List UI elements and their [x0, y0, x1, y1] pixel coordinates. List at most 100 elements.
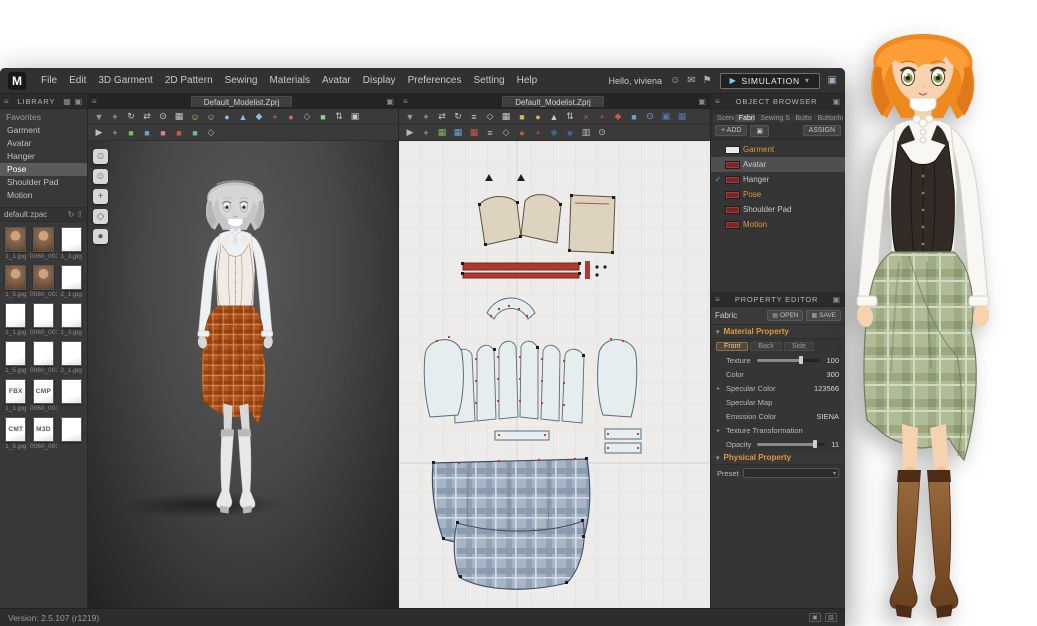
tool-icon[interactable]: ▶ — [92, 126, 106, 139]
tool-icon[interactable]: ↻ — [451, 110, 465, 123]
library-item[interactable]: CMP 0060_001... — [31, 379, 57, 412]
tool-icon[interactable]: ◆ — [547, 126, 561, 139]
property-slider[interactable] — [757, 359, 821, 362]
library-item[interactable]: 2_1.jpg — [58, 265, 84, 298]
tab-menu-icon[interactable]: ≡ — [403, 97, 408, 106]
fabric-swatch[interactable] — [725, 221, 740, 229]
object-browser-tab[interactable]: Fabric — [735, 114, 756, 122]
open-button[interactable]: ▤ OPEN — [767, 310, 803, 321]
tool-icon[interactable]: ≡ — [467, 110, 481, 123]
favorites-item[interactable]: Hanger — [0, 150, 87, 163]
expand-icon[interactable]: ▣ — [386, 97, 394, 106]
library-item[interactable]: M3D 0060_001... — [31, 417, 57, 450]
tool-icon[interactable]: ■ — [124, 126, 138, 139]
material-tab[interactable]: Front — [716, 342, 748, 351]
side-tool-icon[interactable]: ☺ — [93, 169, 108, 184]
tool-icon[interactable]: ◇ — [483, 110, 497, 123]
library-item[interactable]: 0060_001... — [31, 265, 57, 298]
library-item[interactable] — [58, 379, 84, 412]
tool-icon[interactable]: ⇅ — [563, 110, 577, 123]
tool-icon[interactable]: ● — [284, 110, 298, 123]
menu-item[interactable]: 2D Pattern — [159, 75, 219, 86]
fabric-swatch[interactable] — [725, 146, 740, 154]
tool-icon[interactable]: ▦ — [172, 110, 186, 123]
favorites-item[interactable]: Avatar — [0, 137, 87, 150]
tool-icon[interactable]: ⊙ — [156, 110, 170, 123]
tool-icon[interactable]: ◇ — [204, 126, 218, 139]
header-icon[interactable]: ⚑ — [703, 75, 712, 86]
favorites-item[interactable]: Motion — [0, 189, 87, 202]
library-item[interactable]: 2_1.jpg — [58, 341, 84, 374]
tool-icon[interactable]: ▣ — [659, 110, 673, 123]
tool-icon[interactable]: + — [595, 110, 609, 123]
tool-icon[interactable]: ■ — [627, 110, 641, 123]
2d-pattern-canvas[interactable] — [399, 141, 710, 608]
2d-viewport-tab[interactable]: Default_Modelist.Zprj — [502, 96, 604, 107]
tool-icon[interactable]: ▲ — [236, 110, 250, 123]
tool-icon[interactable]: ↻ — [124, 110, 138, 123]
library-item[interactable]: 1_5.jpg — [3, 265, 29, 298]
menu-icon[interactable]: ≡ — [715, 97, 720, 106]
3d-canvas[interactable]: ☺ ☺ + ◇ ● — [88, 141, 398, 608]
side-tool-icon[interactable]: ◇ — [93, 209, 108, 224]
library-item[interactable] — [58, 417, 84, 450]
menu-item[interactable]: Materials — [263, 75, 316, 86]
tool-icon[interactable]: ⇄ — [435, 110, 449, 123]
tool-icon[interactable]: ■ — [172, 126, 186, 139]
favorites-item[interactable]: Garment — [0, 124, 87, 137]
fabric-swatch[interactable] — [725, 206, 740, 214]
tab-menu-icon[interactable]: ≡ — [92, 97, 97, 106]
tool-icon[interactable]: ◇ — [300, 110, 314, 123]
tool-icon[interactable]: ■ — [140, 126, 154, 139]
library-item[interactable]: 1_1.jpg — [3, 227, 29, 260]
object-browser-tab[interactable]: Button — [791, 114, 812, 122]
tool-icon[interactable]: ▼ — [92, 110, 106, 123]
tool-icon[interactable]: ▦ — [675, 110, 689, 123]
tool-icon[interactable]: + — [531, 126, 545, 139]
header-icon[interactable]: ✉ — [687, 75, 695, 86]
tool-icon[interactable]: ▥ — [579, 126, 593, 139]
grid-view-icon[interactable]: ▦ — [63, 97, 71, 106]
tool-icon[interactable]: ◆ — [611, 110, 625, 123]
library-item[interactable]: 0060_001... — [31, 227, 57, 260]
tool-icon[interactable]: ▦ — [467, 126, 481, 139]
menu-item[interactable]: Sewing — [219, 75, 264, 86]
side-tool-icon[interactable]: + — [93, 189, 108, 204]
tool-icon[interactable]: + — [108, 110, 122, 123]
simulation-button[interactable]: ▶ SIMULATION ▾ — [720, 73, 820, 89]
side-tool-icon[interactable]: ☺ — [93, 149, 108, 164]
tool-icon[interactable]: ■ — [316, 110, 330, 123]
tool-icon[interactable]: ≡ — [483, 126, 497, 139]
fabric-swatch[interactable] — [725, 176, 740, 184]
menu-item[interactable]: Avatar — [316, 75, 357, 86]
fabric-swatch[interactable] — [725, 191, 740, 199]
tool-icon[interactable]: ● — [531, 110, 545, 123]
library-item[interactable]: 1_3.jpg — [58, 303, 84, 336]
add-button[interactable]: + ADD — [715, 125, 747, 136]
expand-icon[interactable]: ▣ — [75, 97, 83, 106]
tool-icon[interactable]: ◇ — [499, 126, 513, 139]
library-folder-row[interactable]: default.zpac ↻ ⇧ — [0, 207, 87, 222]
tool-icon[interactable]: ☺ — [188, 110, 202, 123]
side-tool-icon[interactable]: ● — [93, 229, 108, 244]
library-item[interactable]: 1_3.jpg — [58, 227, 84, 260]
library-item[interactable]: 1_5.jpg — [3, 341, 29, 374]
tool-icon[interactable]: ▦ — [499, 110, 513, 123]
expand-icon[interactable]: ▣ — [698, 97, 706, 106]
tool-icon[interactable]: ● — [220, 110, 234, 123]
menu-item[interactable]: Edit — [63, 75, 92, 86]
menu-item[interactable]: File — [35, 75, 63, 86]
favorites-item[interactable]: Shoulder Pad — [0, 176, 87, 189]
tool-icon[interactable]: + — [268, 110, 282, 123]
menu-item[interactable]: Preferences — [402, 75, 468, 86]
tool-icon[interactable]: ■ — [563, 126, 577, 139]
library-item[interactable]: FBX 1_1.jpg — [3, 379, 29, 412]
tool-icon[interactable]: ▼ — [403, 110, 417, 123]
favorites-item[interactable]: Pose — [0, 163, 87, 176]
tool-icon[interactable]: ☺ — [204, 110, 218, 123]
tool-icon[interactable]: ◆ — [252, 110, 266, 123]
tool-icon[interactable]: ■ — [188, 126, 202, 139]
tool-icon[interactable]: ■ — [515, 110, 529, 123]
tool-icon[interactable]: ▦ — [435, 126, 449, 139]
menu-item[interactable]: Help — [511, 75, 544, 86]
